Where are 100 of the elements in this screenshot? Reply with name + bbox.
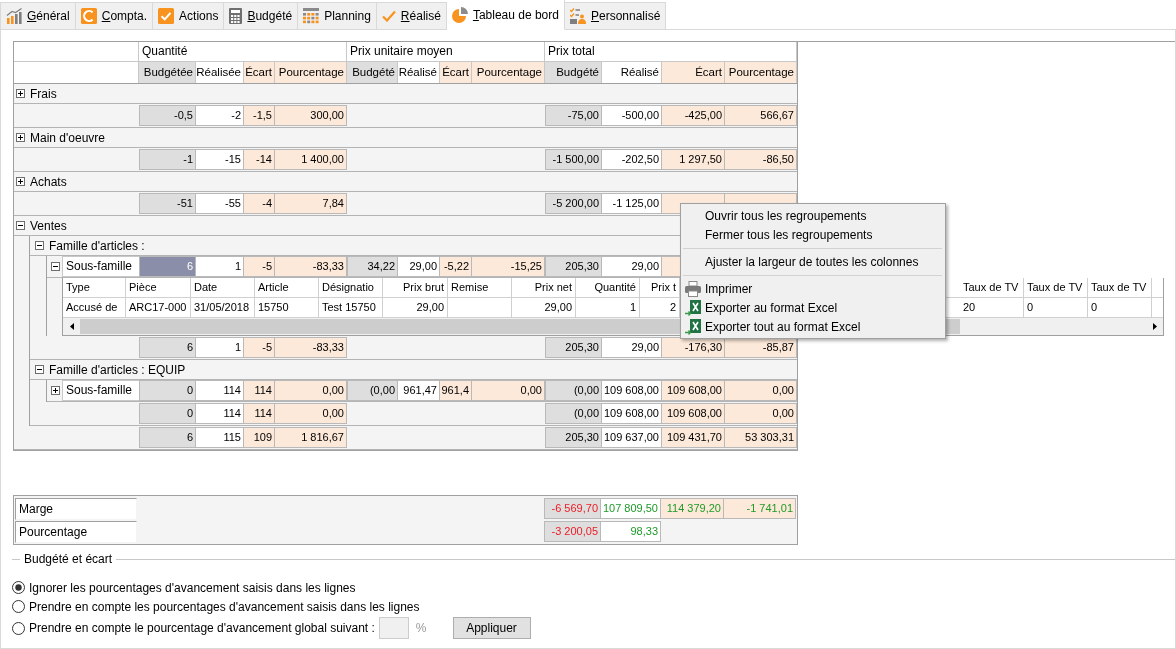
- tab[interactable]: Compta.: [75, 2, 154, 30]
- radio-label[interactable]: Prendre en compte les pourcentages d'avancement saisis dans les lignes: [29, 599, 420, 614]
- row-label: Pourcentage: [15, 520, 137, 543]
- table-cell: 0,00: [725, 403, 797, 424]
- table-cell: 1: [576, 298, 640, 318]
- menu-item[interactable]: Ajuster la largeur de toutes les colonnes: [683, 252, 943, 271]
- column-header[interactable]: Pourcentage: [725, 62, 797, 83]
- table-cell: 109 608,00: [662, 380, 725, 401]
- table-cell: 0: [1088, 298, 1152, 318]
- right-arrow-icon: [1152, 323, 1157, 330]
- menu-item[interactable]: Fermer tous les regroupements: [683, 225, 943, 244]
- plus-icon[interactable]: [16, 133, 25, 142]
- column-header[interactable]: Écart: [662, 62, 725, 83]
- column-header[interactable]: Taux de TV: [960, 278, 1024, 298]
- column-header[interactable]: Pièce: [126, 278, 191, 298]
- minus-icon[interactable]: [35, 241, 44, 250]
- minus-icon[interactable]: [51, 262, 60, 271]
- column-header[interactable]: Prix t: [640, 278, 680, 298]
- tab[interactable]: Réalisé: [376, 2, 447, 30]
- table-cell: [448, 298, 512, 318]
- column-header[interactable]: Écart: [440, 62, 472, 83]
- column-header[interactable]: Taux de TV: [1088, 278, 1152, 298]
- menu-item[interactable]: Exporter au format Excel: [683, 298, 943, 317]
- table-cell: 1 816,67: [275, 427, 347, 448]
- table-cell: 6: [139, 337, 196, 358]
- column-header[interactable]: Désignatio: [319, 278, 383, 298]
- table-cell: 0,00: [275, 403, 347, 424]
- table-cell: 6: [139, 256, 196, 277]
- plus-icon[interactable]: [16, 89, 25, 98]
- printer-icon: [685, 280, 701, 297]
- table-cell: 29,00: [602, 337, 662, 358]
- table-cell: 34,22: [347, 256, 398, 277]
- table-cell: -6 569,70: [544, 498, 601, 519]
- column-header[interactable]: Remise: [448, 278, 512, 298]
- table-cell: 2: [640, 298, 680, 318]
- table-cell: -1,5: [244, 105, 275, 126]
- spreadsheet-export-icon: [685, 299, 701, 316]
- table-cell: 109: [244, 427, 275, 448]
- radio-button[interactable]: [12, 581, 25, 594]
- tab[interactable]: Général: [0, 2, 76, 30]
- tab[interactable]: Budgété: [224, 2, 299, 30]
- radio-label[interactable]: Prendre en compte le pourcentage d'avancement global suivant :: [29, 621, 375, 635]
- table-cell: -55: [196, 193, 244, 214]
- bar-chart-icon: [6, 8, 22, 24]
- apply-button[interactable]: Appliquer: [452, 617, 531, 639]
- group-label: Famille d'articles :: [49, 238, 145, 253]
- table-cell: 15750: [255, 298, 319, 318]
- radio-button[interactable]: [12, 600, 25, 613]
- column-header[interactable]: Pourcentage: [472, 62, 545, 83]
- group-label: Achats: [30, 174, 67, 189]
- plus-icon[interactable]: [51, 386, 60, 395]
- group-label: Famille d'articles : EQUIP: [49, 362, 186, 377]
- column-header[interactable]: Réalisé: [398, 62, 440, 83]
- table-cell: -5,22: [440, 256, 472, 277]
- column-header[interactable]: Réalisée: [196, 62, 244, 83]
- column-group-header: Quantité: [139, 42, 347, 61]
- table-cell: ARC17-000: [126, 298, 191, 318]
- plus-icon[interactable]: [16, 177, 25, 186]
- group-title: Budgété et écart: [24, 552, 113, 566]
- row-label: Sous-famille: [62, 380, 139, 401]
- left-arrow-icon: [69, 323, 74, 330]
- table-cell: -85,87: [725, 337, 797, 358]
- table-cell: -1: [139, 149, 196, 170]
- menu-item[interactable]: Imprimer: [683, 279, 943, 298]
- minus-icon[interactable]: [16, 221, 25, 230]
- column-header[interactable]: Budgétée: [139, 62, 196, 83]
- column-header[interactable]: Prix net: [512, 278, 576, 298]
- table-cell: 0,00: [725, 380, 797, 401]
- table-cell: 98,33: [601, 521, 661, 542]
- column-header[interactable]: Taux de TV: [1024, 278, 1088, 298]
- tab[interactable]: Tableau de bord: [446, 0, 565, 30]
- minus-icon[interactable]: [35, 365, 44, 374]
- tab[interactable]: Actions: [153, 2, 225, 30]
- tab[interactable]: Personnalisé: [564, 2, 667, 30]
- column-header[interactable]: Écart: [244, 62, 275, 83]
- table-cell: 205,30: [545, 337, 602, 358]
- column-header[interactable]: Article: [255, 278, 319, 298]
- column-header[interactable]: Quantité: [576, 278, 640, 298]
- column-header[interactable]: Budgété: [347, 62, 398, 83]
- table-cell: -15: [196, 149, 244, 170]
- table-cell: 115: [196, 427, 244, 448]
- tab[interactable]: Planning: [298, 2, 377, 30]
- group-label: Main d'oeuvre: [30, 130, 105, 145]
- radio-button[interactable]: [12, 621, 25, 635]
- column-header[interactable]: Date: [191, 278, 255, 298]
- table-cell: -14: [244, 149, 275, 170]
- table-cell: 7,84: [275, 193, 347, 214]
- table-cell: -3 200,05: [544, 521, 601, 542]
- table-cell: 1: [196, 337, 244, 358]
- column-header[interactable]: Type: [63, 278, 126, 298]
- table-cell: 566,67: [725, 105, 797, 126]
- table-cell: 53 303,31: [725, 427, 797, 448]
- table-cell: (0,00: [545, 403, 602, 424]
- column-header[interactable]: Pourcentage: [275, 62, 347, 83]
- table-cell: 109 608,00: [602, 380, 662, 401]
- column-header[interactable]: Budgété: [545, 62, 602, 83]
- table-cell: 6: [139, 427, 196, 448]
- menu-item[interactable]: Ouvrir tous les regroupements: [683, 206, 943, 225]
- column-header[interactable]: Prix brut: [383, 278, 448, 298]
- radio-label[interactable]: Ignorer les pourcentages d'avancement saisis dans les lignes: [29, 580, 356, 595]
